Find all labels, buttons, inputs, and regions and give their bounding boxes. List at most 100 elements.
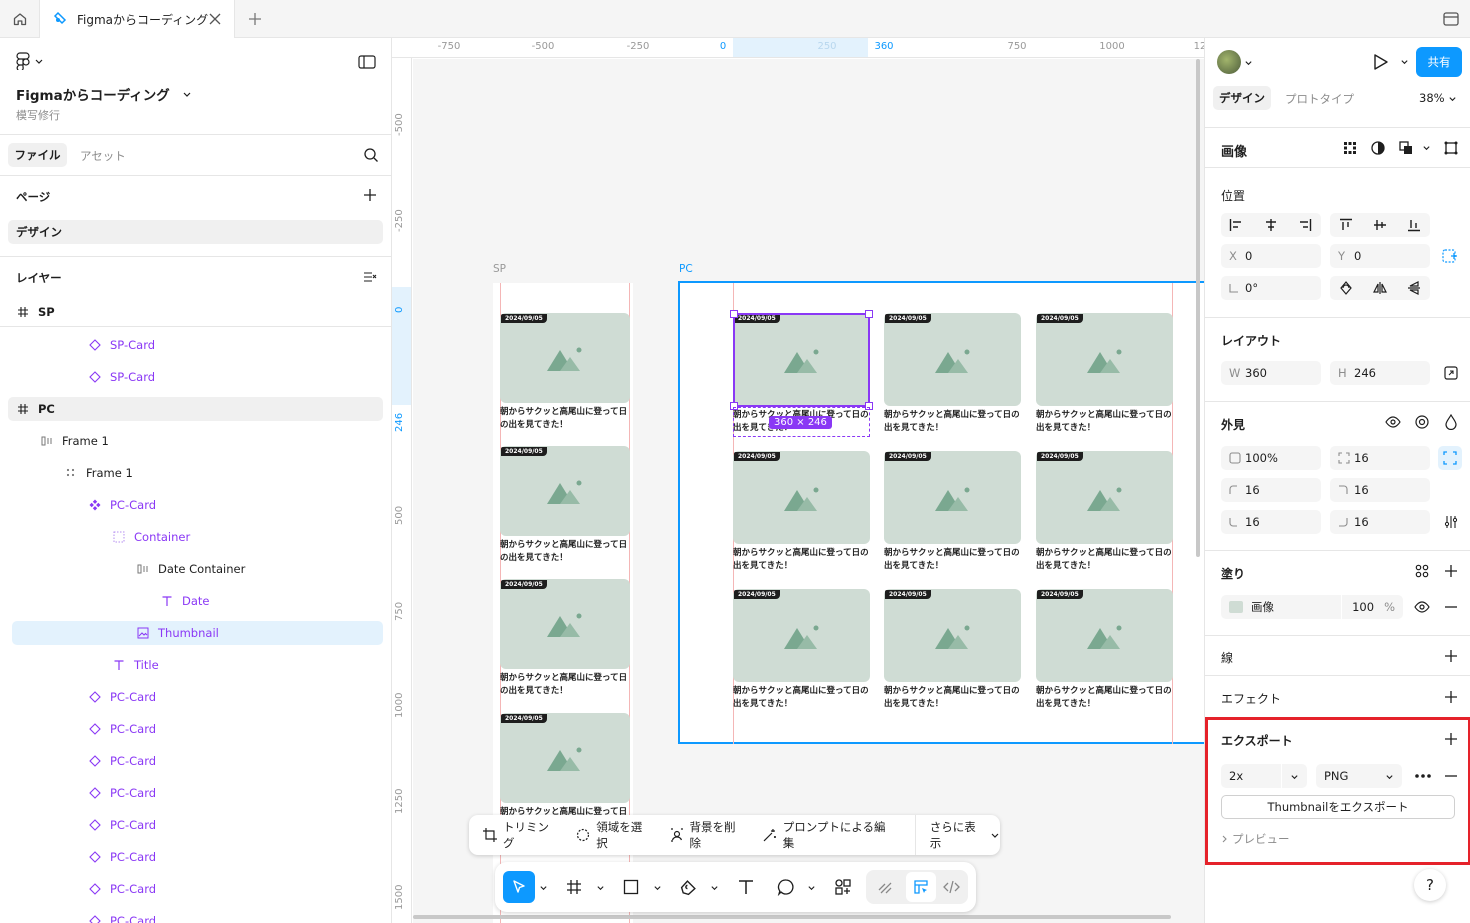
- layer-row[interactable]: SP-Card: [0, 333, 391, 357]
- resize-handle[interactable]: [730, 310, 738, 318]
- eye-icon[interactable]: [1414, 600, 1430, 614]
- layer-row[interactable]: Frame 1: [0, 461, 391, 485]
- layer-row[interactable]: PC-Card: [0, 749, 391, 773]
- tab-assets[interactable]: アセット: [80, 148, 126, 164]
- pc-frame[interactable]: 2024/09/05 朝からサクッと高尾山に登って日の 出を見てきた！ 2024/09…: [678, 281, 1204, 744]
- thumbnail[interactable]: [1036, 451, 1173, 544]
- chevron-down-icon[interactable]: [710, 883, 719, 892]
- text-tool-icon[interactable]: [737, 878, 755, 896]
- layer-row[interactable]: PC-Card: [0, 845, 391, 869]
- horizontal-scrollbar[interactable]: [413, 915, 1171, 919]
- add-effect-plus-icon[interactable]: [1444, 690, 1458, 704]
- export-scale-field[interactable]: 2x: [1221, 764, 1307, 788]
- radius-bottom-right-field[interactable]: 16: [1330, 510, 1430, 534]
- thumbnail[interactable]: [500, 313, 630, 403]
- more-options-icon[interactable]: [1414, 773, 1432, 779]
- chevron-down-icon[interactable]: [539, 883, 548, 892]
- file-title[interactable]: Figmaからコーディング: [16, 84, 192, 104]
- thumbnail[interactable]: [733, 451, 870, 544]
- add-page-plus-icon[interactable]: [363, 188, 377, 202]
- align-middle-icon[interactable]: [1373, 218, 1387, 232]
- add-fill-plus-icon[interactable]: [1444, 564, 1458, 578]
- y-field[interactable]: Y0: [1330, 244, 1430, 268]
- chevron-down-icon[interactable]: [1422, 143, 1431, 152]
- add-stroke-plus-icon[interactable]: [1444, 649, 1458, 663]
- layer-row[interactable]: Thumbnail: [12, 621, 383, 645]
- design-mode-button[interactable]: [906, 872, 936, 902]
- rectangle-tool-icon[interactable]: [623, 879, 639, 895]
- flip-horizontal-icon[interactable]: [1373, 281, 1387, 295]
- actions-icon[interactable]: [834, 878, 852, 896]
- frame-label-pc[interactable]: PC: [679, 263, 693, 275]
- flip-vertical-icon[interactable]: [1407, 281, 1421, 295]
- chevron-down-icon[interactable]: [807, 883, 816, 892]
- align-center-icon[interactable]: [1264, 218, 1278, 232]
- constraints-icon[interactable]: [1442, 249, 1458, 263]
- vertical-scrollbar[interactable]: [1196, 59, 1200, 557]
- component-icon[interactable]: [1443, 140, 1459, 156]
- thumbnail[interactable]: [1036, 313, 1173, 406]
- layer-row[interactable]: PC-Card: [0, 781, 391, 805]
- styles-icon[interactable]: [1415, 564, 1429, 578]
- collapse-layers-icon[interactable]: [363, 270, 377, 284]
- more-button[interactable]: さらに表示: [930, 819, 1000, 851]
- file-tab[interactable]: Figmaからコーディング: [40, 0, 235, 38]
- dev-mode-icon[interactable]: [943, 879, 960, 895]
- image-fill-field[interactable]: 画像 100 %: [1221, 595, 1403, 619]
- contrast-icon[interactable]: [1370, 140, 1386, 156]
- opacity-field[interactable]: 100%: [1221, 446, 1321, 470]
- thumbnail[interactable]: [500, 579, 630, 669]
- blend-mode-icon[interactable]: [1414, 414, 1430, 430]
- pen-tool-icon[interactable]: [680, 879, 697, 896]
- boolean-icon[interactable]: [1398, 140, 1414, 156]
- layer-row[interactable]: PC-Card: [0, 813, 391, 837]
- grid-icon[interactable]: [1343, 141, 1357, 155]
- thumbnail[interactable]: [733, 589, 870, 682]
- panel-icon[interactable]: [1442, 10, 1460, 28]
- home-button[interactable]: [0, 0, 40, 38]
- export-button[interactable]: Thumbnailをエクスポート: [1221, 795, 1455, 819]
- prompt-edit-button[interactable]: プロンプトによる編集: [763, 819, 897, 851]
- export-format-select[interactable]: PNG: [1316, 764, 1402, 788]
- selection-box[interactable]: [730, 310, 873, 410]
- thumbnail[interactable]: [1036, 589, 1173, 682]
- adjust-icon[interactable]: [1444, 515, 1458, 529]
- thumbnail[interactable]: [884, 313, 1021, 406]
- layer-row[interactable]: Frame 1: [0, 429, 391, 453]
- layer-row[interactable]: Container: [0, 525, 391, 549]
- layer-row[interactable]: SP-Card: [0, 365, 391, 389]
- add-export-plus-icon[interactable]: [1444, 732, 1458, 746]
- layer-row[interactable]: PC-Card: [0, 493, 391, 517]
- rotate-icon[interactable]: [1339, 281, 1353, 295]
- remove-export-minus-icon[interactable]: [1444, 769, 1458, 783]
- rotation-field[interactable]: 0°: [1221, 276, 1321, 300]
- layer-row[interactable]: SP: [0, 298, 391, 327]
- main-menu-button[interactable]: [16, 52, 44, 70]
- layer-row[interactable]: PC-Card: [0, 717, 391, 741]
- frame-label-sp[interactable]: SP: [493, 263, 506, 275]
- remove-background-button[interactable]: 背景を削除: [670, 819, 747, 851]
- thumbnail[interactable]: [500, 446, 630, 536]
- thumbnail[interactable]: [884, 451, 1021, 544]
- radius-top-left-field[interactable]: 16: [1221, 478, 1321, 502]
- preview-toggle[interactable]: プレビュー: [1220, 831, 1290, 847]
- help-button[interactable]: ?: [1414, 869, 1446, 901]
- resize-handle[interactable]: [865, 310, 873, 318]
- independent-corners-button[interactable]: [1438, 446, 1462, 470]
- layer-row[interactable]: PC: [8, 397, 383, 421]
- comment-tool-icon[interactable]: [777, 878, 795, 896]
- x-field[interactable]: X0: [1221, 244, 1321, 268]
- layer-row[interactable]: PC-Card: [0, 909, 391, 923]
- width-field[interactable]: W 360: [1221, 361, 1321, 385]
- thumbnail[interactable]: [884, 589, 1021, 682]
- align-bottom-icon[interactable]: [1407, 218, 1421, 232]
- thumbnail[interactable]: [500, 713, 630, 803]
- align-top-icon[interactable]: [1339, 218, 1353, 232]
- layer-row[interactable]: Date: [0, 589, 391, 613]
- corner-radius-field[interactable]: 16: [1330, 446, 1430, 470]
- chevron-down-icon[interactable]: [596, 883, 605, 892]
- page-item-design[interactable]: デザイン: [8, 220, 383, 244]
- resize-to-fit-icon[interactable]: [1444, 366, 1458, 380]
- sidebar-toggle-icon[interactable]: [358, 55, 376, 69]
- align-left-icon[interactable]: [1229, 218, 1243, 232]
